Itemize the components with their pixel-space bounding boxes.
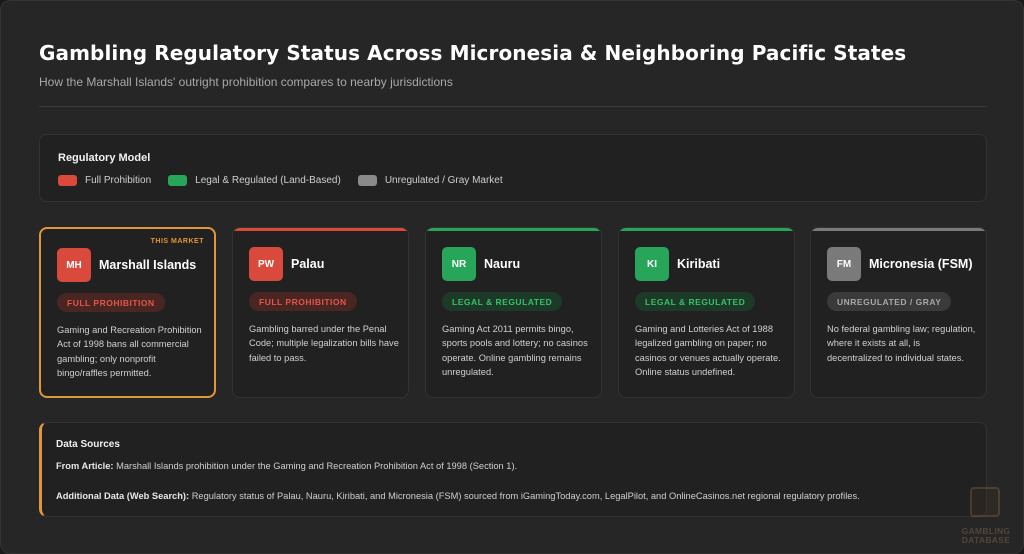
status-badge: LEGAL & REGULATED (635, 292, 756, 311)
jurisdiction-cards: THIS MARKET MH Marshall Islands FULL PRO… (39, 227, 987, 398)
card-nauru: NR Nauru LEGAL & REGULATED Gaming Act 20… (425, 227, 602, 398)
source-additional-label: Additional Data (Web Search): (56, 491, 190, 501)
legend: Regulatory Model Full Prohibition Legal … (39, 134, 987, 202)
legend-label: Full Prohibition (85, 175, 152, 186)
legend-label: Unregulated / Gray Market (384, 175, 503, 186)
source-additional: Additional Data (Web Search): Regulatory… (56, 491, 860, 501)
country-name: Micronesia (FSM) (869, 257, 973, 271)
country-name: Palau (291, 257, 325, 271)
this-market-marker: THIS MARKET (150, 238, 204, 245)
legend-item-gray: Unregulated / Gray Market (357, 175, 503, 186)
status-topbar (426, 228, 601, 231)
legend-item-prohibition: Full Prohibition (58, 175, 151, 186)
source-article: From Article: Marshall Islands prohibiti… (56, 461, 517, 471)
header-divider (39, 106, 987, 107)
country-description: Gambling barred under the Penal Code; mu… (249, 324, 399, 363)
legend-swatch (168, 175, 188, 186)
country-code-badge: FM (827, 247, 861, 281)
country-name: Nauru (484, 257, 521, 271)
watermark-logo: GAMBLING DATABASE (956, 487, 1016, 549)
card-marshall-islands: THIS MARKET MH Marshall Islands FULL PRO… (39, 227, 216, 398)
country-description: Gaming Act 2011 permits bingo, sports po… (442, 324, 588, 377)
status-badge: LEGAL & REGULATED (442, 292, 563, 311)
status-topbar (233, 228, 408, 231)
status-badge: UNREGULATED / GRAY (827, 292, 952, 311)
country-description: Gaming and Lotteries Act of 1988 legaliz… (635, 324, 781, 377)
legend-label: Legal & Regulated (Land-Based) (195, 175, 341, 186)
status-badge: FULL PROHIBITION (249, 292, 357, 311)
status-badge: FULL PROHIBITION (57, 293, 165, 312)
page-title: Gambling Regulatory Status Across Micron… (39, 41, 907, 65)
country-description: No federal gambling law; regulation, whe… (827, 324, 976, 363)
status-topbar (811, 228, 986, 231)
country-code-badge: MH (57, 248, 91, 282)
infographic-panel: Gambling Regulatory Status Across Micron… (0, 0, 1024, 554)
country-code-badge: KI (635, 247, 669, 281)
country-name: Marshall Islands (99, 258, 197, 272)
legend-item-regulated: Legal & Regulated (Land-Based) (168, 175, 341, 186)
card-micronesia-fsm: FM Micronesia (FSM) UNREGULATED / GRAY N… (810, 227, 987, 398)
source-article-text: Marshall Islands prohibition under the G… (116, 461, 518, 471)
sources-title: Data Sources (56, 439, 120, 450)
status-topbar (619, 228, 794, 231)
logo-icon (970, 487, 1000, 517)
card-kiribati: KI Kiribati LEGAL & REGULATED Gaming and… (618, 227, 795, 398)
country-name: Kiribati (677, 257, 721, 271)
legend-items: Full Prohibition Legal & Regulated (Land… (58, 175, 520, 186)
legend-swatch (357, 175, 377, 186)
country-code-badge: PW (249, 247, 283, 281)
country-description: Gaming and Recreation Prohibition Act of… (57, 325, 202, 378)
country-code-badge: NR (442, 247, 476, 281)
source-article-label: From Article: (56, 461, 114, 471)
source-additional-text: Regulatory status of Palau, Nauru, Kirib… (191, 491, 860, 501)
card-palau: PW Palau FULL PROHIBITION Gambling barre… (232, 227, 409, 398)
legend-swatch (58, 175, 77, 186)
watermark-line2: DATABASE (961, 535, 1011, 545)
legend-title: Regulatory Model (58, 152, 151, 164)
watermark-text: GAMBLING DATABASE (956, 527, 1016, 545)
data-sources: Data Sources From Article: Marshall Isla… (39, 422, 987, 517)
page-subtitle: How the Marshall Islands' outright prohi… (39, 75, 453, 89)
